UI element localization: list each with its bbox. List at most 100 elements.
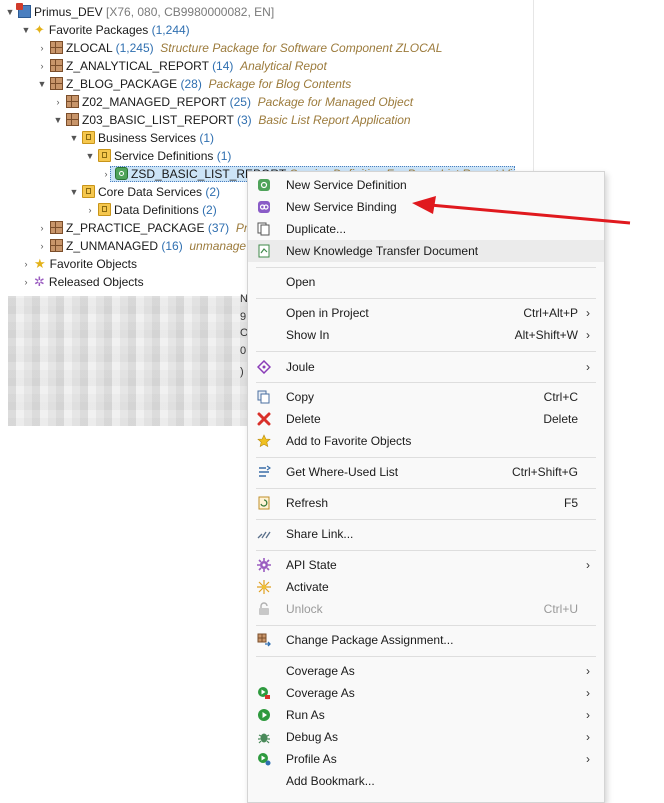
expand-chevron-icon[interactable]: › (36, 237, 48, 255)
menu-item-refresh[interactable]: Refresh F5 (248, 492, 604, 514)
menu-separator (256, 625, 596, 626)
tree-node-project[interactable]: ▼ Primus_DEV [X76, 080, CB9980000082, EN] (4, 3, 274, 21)
tree-node-package[interactable]: › Z02_MANAGED_REPORT (25) Package for Man… (52, 93, 413, 111)
run-icon (258, 709, 270, 721)
package-icon (66, 113, 79, 126)
menu-item-unlock[interactable]: Unlock Ctrl+U (248, 598, 604, 620)
submenu-arrow-icon: › (586, 686, 590, 700)
submenu-arrow-icon: › (586, 752, 590, 766)
package-icon (50, 77, 63, 90)
folder-icon (98, 149, 111, 162)
tree-node-folder[interactable]: › Data Definitions (2) (84, 201, 217, 219)
collapse-chevron-icon[interactable]: ▼ (20, 21, 32, 39)
menu-item-debug-as[interactable]: Debug As › (248, 726, 604, 748)
menu-separator (256, 550, 596, 551)
submenu-arrow-icon: › (586, 306, 590, 320)
menu-item-add-to-favorite-objects[interactable]: Add to Favorite Objects (248, 430, 604, 452)
submenu-arrow-icon: › (586, 360, 590, 374)
tree-node-favorite-objects[interactable]: › ★ Favorite Objects (20, 255, 138, 273)
tree-node-package[interactable]: › Z_UNMANAGED (16) unmanage (36, 237, 246, 255)
tree-node-package[interactable]: ▼ Z03_BASIC_LIST_REPORT (3) Basic List Re… (52, 111, 411, 129)
menu-item-duplicate[interactable]: Duplicate... (248, 218, 604, 240)
copy-icon (257, 390, 270, 404)
coverage-icon (258, 687, 270, 699)
abap-project-icon (16, 3, 31, 18)
menu-separator (256, 488, 596, 489)
menu-item-new-knowledge-transfer-document[interactable]: New Knowledge Transfer Document (248, 240, 604, 262)
menu-item-open[interactable]: Open (248, 271, 604, 293)
where-used-icon (259, 465, 271, 477)
submenu-arrow-icon: › (586, 664, 590, 678)
debug-icon (258, 733, 270, 744)
menu-item-change-package-assignment[interactable]: Change Package Assignment... (248, 629, 604, 651)
menu-item-open-in-project[interactable]: Open in Project Ctrl+Alt+P › (248, 302, 604, 324)
star-icon: ★ (34, 256, 46, 271)
api-state-icon (257, 558, 271, 572)
submenu-arrow-icon: › (586, 730, 590, 744)
delete-icon (257, 412, 271, 426)
collapse-chevron-icon[interactable]: ▼ (68, 183, 80, 201)
folder-icon (82, 185, 95, 198)
collapse-chevron-icon[interactable]: ▼ (4, 3, 16, 21)
duplicate-icon (257, 222, 270, 236)
package-icon (50, 41, 63, 54)
menu-item-profile-as[interactable]: Profile As › (248, 748, 604, 770)
tree-node-favorite-packages[interactable]: ▼ ✦ Favorite Packages (1,244) (20, 21, 190, 39)
activate-icon (257, 580, 271, 594)
menu-separator (256, 267, 596, 268)
service-binding-icon (258, 201, 270, 213)
menu-item-new-service-definition[interactable]: New Service Definition (248, 174, 604, 196)
expand-chevron-icon[interactable]: › (36, 219, 48, 237)
tree-node-package[interactable]: ▼ Z_BLOG_PACKAGE (28) Package for Blog Co… (36, 75, 351, 93)
menu-item-share-link[interactable]: Share Link... (248, 523, 604, 545)
menu-item-joule[interactable]: Joule › (248, 356, 604, 378)
package-icon (50, 59, 63, 72)
collapse-chevron-icon[interactable]: ▼ (68, 129, 80, 147)
menu-item-activate[interactable]: Activate (248, 576, 604, 598)
expand-chevron-icon[interactable]: › (52, 93, 64, 111)
refresh-icon (258, 496, 270, 510)
menu-separator (256, 656, 596, 657)
expand-chevron-icon[interactable]: › (36, 57, 48, 75)
collapse-chevron-icon[interactable]: ▼ (36, 75, 48, 93)
share-link-icon (257, 531, 271, 539)
menu-item-show-in[interactable]: Show In Alt+Shift+W › (248, 324, 604, 346)
expand-chevron-icon[interactable]: › (20, 273, 32, 291)
collapse-chevron-icon[interactable]: ▼ (84, 147, 96, 165)
tree-node-package[interactable]: ›Z_PRACTICE_PACKAGE (37) Prac (36, 219, 261, 237)
tree-node-folder[interactable]: ▼ Business Services (1) (68, 129, 214, 147)
service-definition-icon (115, 167, 128, 180)
tree-node-folder[interactable]: ▼ Core Data Services (2) (68, 183, 220, 201)
expand-chevron-icon[interactable]: › (20, 255, 32, 273)
menu-item-get-where-used-list[interactable]: Get Where-Used List Ctrl+Shift+G (248, 461, 604, 483)
tree-node-folder[interactable]: ▼ Service Definitions (1) (84, 147, 231, 165)
context-menu: New Service Definition New Service Bindi… (247, 171, 605, 803)
menu-item-delete[interactable]: Delete Delete (248, 408, 604, 430)
favorite-star-icon (257, 434, 271, 448)
tree-node-package[interactable]: › ZLOCAL (1,245) Structure Package for So… (36, 39, 442, 57)
expand-chevron-icon[interactable]: › (84, 201, 96, 219)
tree-node-package[interactable]: › Z_ANALYTICAL_REPORT (14) Analytical Rep… (36, 57, 327, 75)
favorite-packages-icon: ✦ (34, 22, 45, 37)
folder-icon (82, 131, 95, 144)
menu-separator (256, 382, 596, 383)
profile-icon (258, 753, 271, 766)
joule-icon (257, 360, 271, 374)
menu-item-copy[interactable]: Copy Ctrl+C (248, 386, 604, 408)
tree-node-released-objects[interactable]: › ✲ Released Objects (20, 273, 144, 291)
menu-item-coverage-as-plain[interactable]: Coverage As › (248, 660, 604, 682)
collapse-chevron-icon[interactable]: ▼ (52, 111, 64, 129)
menu-separator (256, 519, 596, 520)
submenu-arrow-icon: › (586, 558, 590, 572)
package-assignment-icon (257, 633, 271, 647)
knowledge-doc-icon (258, 244, 270, 258)
expand-chevron-icon[interactable]: › (36, 39, 48, 57)
unlock-icon (259, 602, 269, 615)
service-definition-icon (258, 179, 270, 191)
menu-item-coverage-as[interactable]: Coverage As › (248, 682, 604, 704)
menu-item-new-service-binding[interactable]: New Service Binding (248, 196, 604, 218)
submenu-arrow-icon: › (586, 708, 590, 722)
menu-item-run-as[interactable]: Run As › (248, 704, 604, 726)
menu-separator (256, 298, 596, 299)
menu-item-api-state[interactable]: API State › (248, 554, 604, 576)
